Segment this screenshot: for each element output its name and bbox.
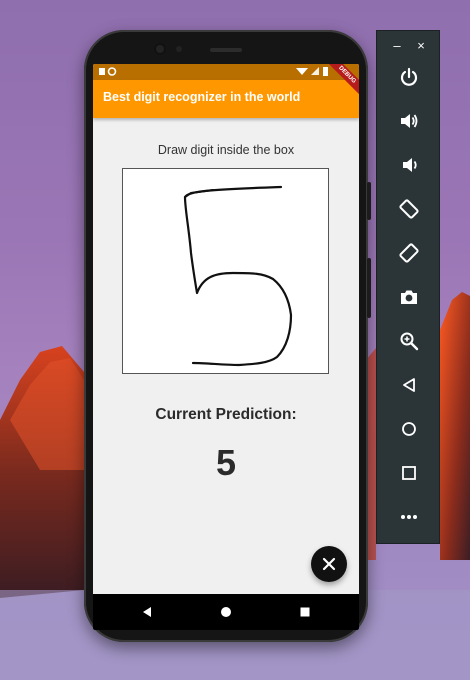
draw-instruction: Draw digit inside the box	[157, 143, 295, 157]
toolbar-back-button[interactable]	[389, 367, 429, 403]
proximity-sensor	[176, 46, 182, 52]
home-icon	[402, 422, 416, 436]
volume-up-icon	[401, 114, 418, 128]
home-icon	[221, 607, 231, 617]
minimize-button[interactable]: –	[387, 35, 407, 55]
zoom-icon	[400, 332, 419, 351]
recents-icon	[300, 607, 310, 617]
phone-frame: Best digit recognizer in the world DEBUG…	[84, 30, 371, 642]
phone-screen: Best digit recognizer in the world DEBUG…	[93, 64, 359, 630]
volume-down-button[interactable]	[389, 147, 429, 183]
rotate-left-button[interactable]	[389, 191, 429, 227]
clear-canvas-button[interactable]	[311, 546, 347, 582]
phone-power-key	[367, 182, 371, 220]
emulator-toolbar: – ×	[376, 30, 440, 544]
power-icon	[400, 67, 418, 86]
wifi-icon	[296, 68, 308, 75]
app-title: Best digit recognizer in the world	[103, 90, 301, 104]
volume-down-icon	[403, 158, 417, 172]
camera-icon	[401, 290, 417, 304]
drawn-digit-stroke	[183, 185, 293, 367]
close-icon	[322, 557, 336, 571]
phone-volume-key	[367, 258, 371, 318]
toolbar-home-button[interactable]	[389, 411, 429, 447]
overview-icon	[402, 466, 416, 480]
sync-icon	[107, 67, 117, 76]
close-window-button[interactable]: ×	[411, 35, 431, 55]
screenshot-button[interactable]	[389, 279, 429, 315]
sim-icon	[99, 68, 105, 75]
toolbar-overview-button[interactable]	[389, 455, 429, 491]
app-bar: Best digit recognizer in the world	[93, 80, 359, 118]
signal-icon	[311, 67, 319, 75]
front-camera	[154, 43, 166, 55]
toolbar-window-controls: – ×	[377, 31, 441, 59]
drawing-canvas[interactable]	[122, 168, 329, 374]
nav-back-button[interactable]	[127, 594, 167, 630]
earpiece-speaker	[210, 48, 242, 52]
more-icon	[401, 515, 417, 519]
nav-recents-button[interactable]	[285, 594, 325, 630]
toolbar-more-button[interactable]	[389, 499, 429, 535]
back-icon	[143, 607, 151, 617]
prediction-value: 5	[215, 442, 237, 483]
zoom-button[interactable]	[389, 323, 429, 359]
back-icon	[403, 378, 415, 392]
volume-up-button[interactable]	[389, 103, 429, 139]
battery-icon	[323, 67, 328, 76]
prediction-label: Current Prediction:	[155, 406, 297, 423]
rotate-right-button[interactable]	[389, 235, 429, 271]
power-button[interactable]	[389, 59, 429, 95]
rotate-right-icon	[399, 243, 419, 263]
rotate-left-icon	[399, 199, 419, 219]
status-icons	[99, 67, 328, 76]
nav-home-button[interactable]	[206, 594, 246, 630]
navigation-bar	[93, 594, 359, 630]
status-bar	[93, 64, 359, 80]
